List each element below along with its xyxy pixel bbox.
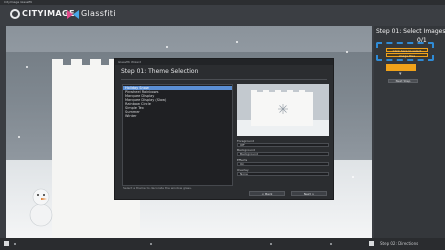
theme-preview-image [237, 84, 329, 136]
settings-icon[interactable] [369, 241, 374, 246]
select-images-button-line2[interactable]: image files [386, 53, 428, 58]
glassfiti-logo-icon [67, 10, 79, 19]
dialog-window-title: Glassfiti Wizard [118, 60, 142, 64]
timeline-marker [14, 243, 16, 245]
side-next-step-button[interactable]: Next Step [388, 79, 418, 83]
snowflake [18, 136, 20, 138]
play-icon[interactable] [4, 241, 9, 246]
building-crenel [71, 59, 82, 66]
building-crenel [52, 59, 63, 66]
snowflake [236, 41, 238, 43]
property-field[interactable]: Background [237, 152, 329, 156]
snowflake [352, 176, 354, 178]
select-images-highlight: Click here to select image files [376, 42, 434, 61]
timeline-marker [330, 243, 332, 245]
snowflake [166, 46, 168, 48]
property-field[interactable]: Off [237, 143, 329, 147]
snowman [29, 188, 53, 227]
select-images-button[interactable]: Click here to select [386, 48, 428, 53]
theme-list-item[interactable]: Winter [123, 114, 232, 118]
next-step-label: Step 02: Directions [380, 241, 419, 246]
snowflake [346, 51, 348, 53]
side-panel: Step 01: Select Images 0/1 Click here to… [374, 26, 445, 238]
property-field[interactable]: None [237, 172, 329, 176]
cityimage-logo-icon [10, 9, 20, 19]
status-bar: Step 02: Directions [0, 238, 445, 250]
side-panel-title: Step 01: Select Images [376, 28, 445, 35]
next-button[interactable]: Next > [291, 191, 327, 196]
timeline-marker [270, 243, 272, 245]
building-crenel [90, 59, 101, 66]
theme-selection-dialog: Glassfiti Wizard Step 01: Theme Selectio… [114, 58, 334, 200]
dialog-heading: Step 01: Theme Selection [121, 68, 199, 75]
product-name: Glassfiti [81, 9, 116, 18]
theme-list[interactable]: Holiday Snow Pinwheel Rainbows Marquee D… [122, 84, 233, 186]
back-button[interactable]: < Back [249, 191, 285, 196]
chevron-down-icon: ▾ [399, 71, 402, 77]
dialog-divider [121, 79, 327, 80]
snowflake [26, 66, 28, 68]
dialog-hint: Select a theme to decorate the window gl… [123, 186, 192, 190]
dialog-titlebar: Glassfiti Wizard [115, 59, 333, 65]
selected-image-slot[interactable] [386, 64, 416, 71]
property-field[interactable]: On [237, 162, 329, 166]
timeline-marker [150, 243, 152, 245]
theme-preview [237, 84, 329, 136]
